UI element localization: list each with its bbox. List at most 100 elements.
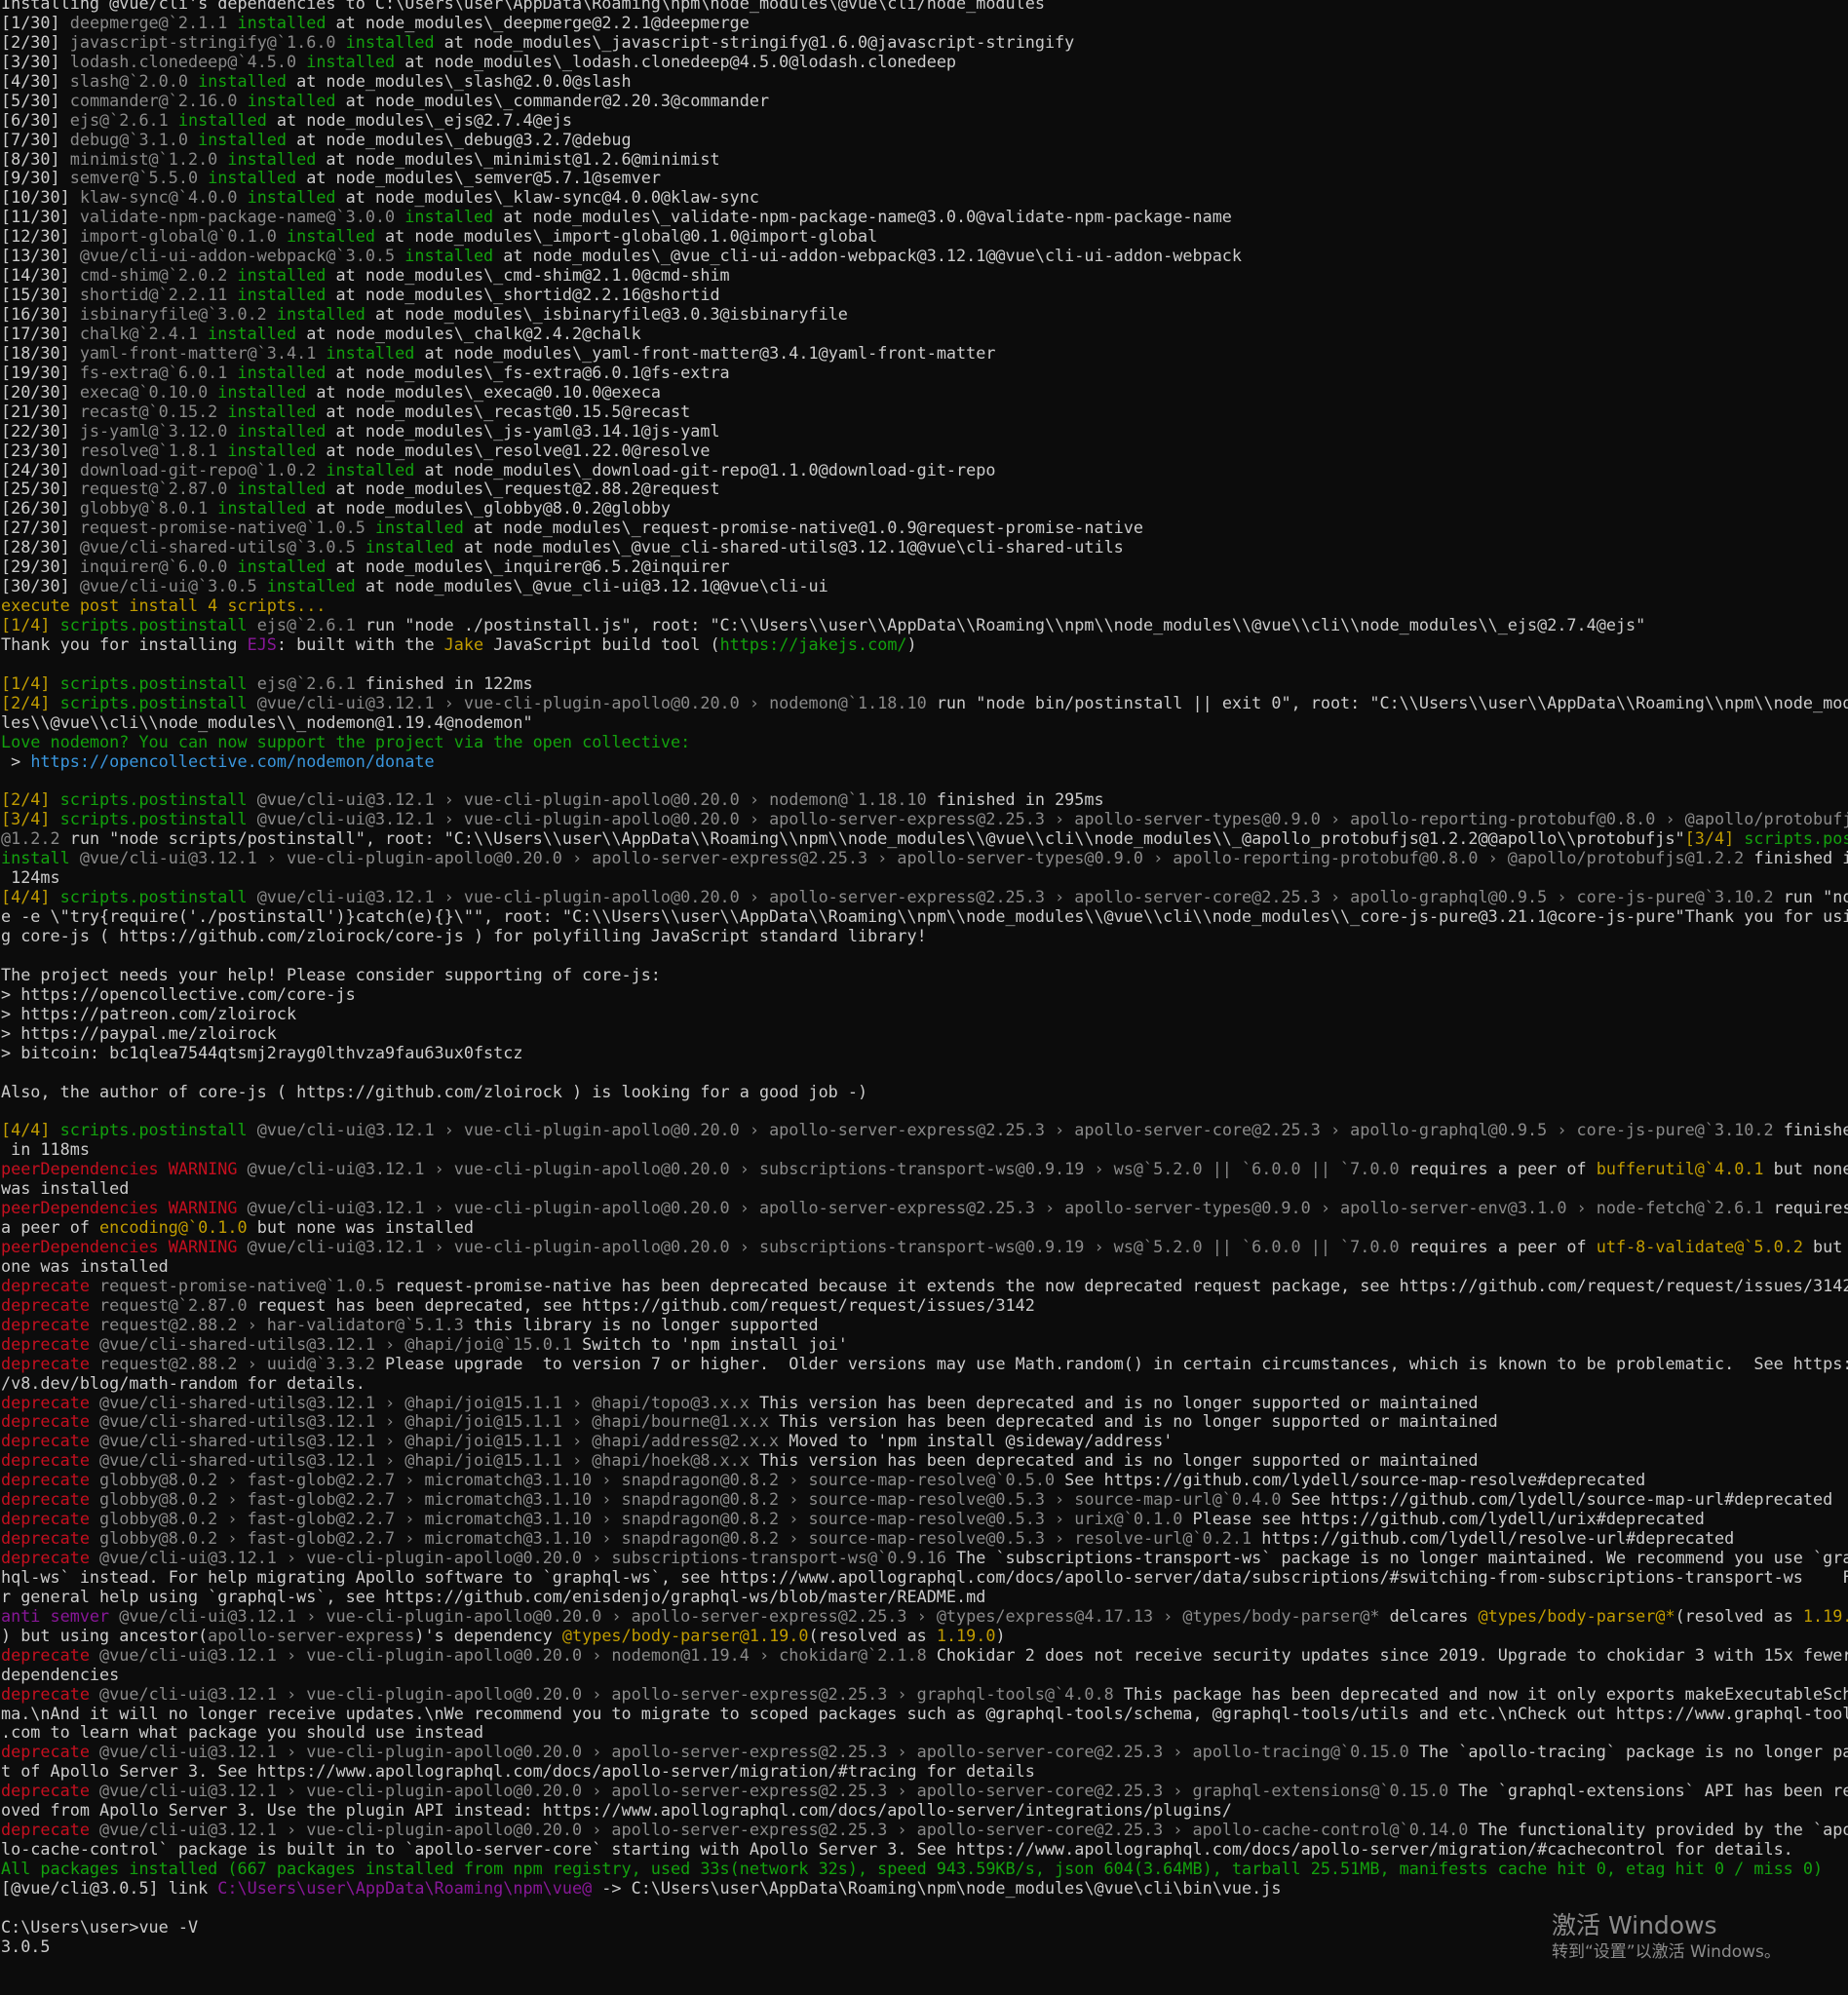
- terminal-text-segment: request-promise-native@`1.0.5: [99, 1275, 396, 1295]
- terminal-text-segment: [3/4]: [1684, 828, 1745, 849]
- terminal-line: All packages installed (667 packages ins…: [0, 1859, 1848, 1879]
- terminal-text-segment: at node_modules\_commander@2.20.3@comman…: [335, 90, 770, 110]
- terminal-text-segment: installed: [247, 187, 336, 208]
- terminal-text-segment: fs-extra@`6.0.1: [79, 362, 238, 382]
- terminal-text-segment: deprecate: [1, 1644, 100, 1665]
- terminal-text-segment: lodash.clonedeep@`4.5.0: [69, 51, 307, 71]
- terminal-line: deprecate globby@8.0.2 › fast-glob@2.2.7…: [0, 1470, 1848, 1490]
- terminal-line: hql-ws` instead. For help migrating Apol…: [0, 1567, 1848, 1588]
- terminal-text-segment: Switch to 'npm install joi': [582, 1333, 848, 1354]
- terminal-text-segment: This package has been deprecated and now…: [1123, 1683, 1848, 1704]
- terminal-text-segment: at node_modules\_request-promise-native@…: [463, 518, 1143, 538]
- terminal-line: [15/30] shortid@`2.2.11 installed at nod…: [0, 285, 1848, 305]
- terminal-text-segment: scripts.post: [1744, 828, 1848, 849]
- terminal-line: 124ms: [0, 867, 1848, 888]
- terminal-text-segment: @vue/cli-ui@3.12.1 › vue-cli-plugin-apol…: [247, 1198, 1774, 1218]
- terminal-line: Love nodemon? You can now support the pr…: [0, 732, 1848, 752]
- terminal-text-segment: 3.0.5: [1, 1936, 51, 1956]
- terminal-text-segment: at node_modules\_recast@0.15.5@recast: [316, 401, 691, 421]
- terminal-text-segment: [16/30]: [1, 304, 80, 324]
- terminal-text-segment: [25/30]: [1, 479, 80, 499]
- terminal-text-segment: anti semver: [1, 1605, 120, 1626]
- terminal-text-segment: deprecate: [1, 1333, 100, 1354]
- terminal-output[interactable]: Installing @vue/cli's dependencies to C:…: [0, 0, 1848, 1989]
- terminal-text-segment: > https://patreon.com/zloirock: [1, 1003, 297, 1023]
- terminal-text-segment: [18/30]: [1, 342, 80, 363]
- terminal-text-segment: [14/30]: [1, 265, 80, 286]
- terminal-line: [2/4] scripts.postinstall @vue/cli-ui@3.…: [0, 692, 1848, 713]
- terminal-line: [8/30] minimist@`1.2.0 installed at node…: [0, 149, 1848, 170]
- terminal-text-segment: requires a peer of: [1408, 1159, 1597, 1179]
- terminal-line: [18/30] yaml-front-matter@`3.4.1 install…: [0, 342, 1848, 364]
- terminal-text-segment: >: [1, 750, 31, 771]
- terminal-line: [16/30] isbinaryfile@`3.0.2 installed at…: [0, 304, 1848, 325]
- terminal-text-segment: [15/30]: [1, 285, 80, 305]
- terminal-text-segment: finished in: [1753, 848, 1848, 868]
- terminal-text-segment: finished in 295ms: [936, 789, 1104, 810]
- terminal-text-segment: deprecate: [1, 1392, 100, 1412]
- terminal-text-segment: C:\Users\user\AppData\Roaming\npm\vue@: [217, 1877, 593, 1898]
- terminal-line: [9/30] semver@`5.5.0 installed at node_m…: [0, 168, 1848, 188]
- terminal-line: [12/30] import-global@`0.1.0 installed a…: [0, 226, 1848, 247]
- terminal-line: > https://paypal.me/zloirock: [0, 1023, 1848, 1044]
- terminal-line: deprecate request@`2.87.0 request has be…: [0, 1295, 1848, 1316]
- terminal-text-segment: r general help using `graphql-ws`, see h…: [1, 1586, 986, 1606]
- terminal-text-segment: See https://github.com/lydell/source-map…: [1290, 1489, 1833, 1510]
- terminal-line: deprecate @vue/cli-shared-utils@3.12.1 ›…: [0, 1431, 1848, 1451]
- terminal-text-segment: request-promise-native@`1.0.5: [79, 518, 375, 538]
- terminal-text-segment: execa@`0.10.0: [79, 381, 218, 402]
- terminal-line: les\\@vue\\cli\\node_modules\\_nodemon@1…: [0, 712, 1848, 733]
- terminal-text-segment: at node_modules\_@vue_cli-ui-addon-webpa…: [493, 246, 1243, 266]
- terminal-text-segment: installed: [374, 518, 464, 538]
- terminal-text-segment: [2/4]: [1, 789, 60, 810]
- terminal-text-segment: @vue/cli-ui@3.12.1 › vue-cli-plugin-apol…: [99, 1683, 1124, 1704]
- terminal-text-segment: installed: [326, 459, 415, 480]
- terminal-text-segment: installed: [247, 90, 336, 110]
- terminal-text-segment: JavaScript build tool (: [483, 633, 720, 654]
- terminal-line: /v8.dev/blog/math-random for details.: [0, 1373, 1848, 1394]
- terminal-text-segment: installed: [237, 12, 327, 32]
- terminal-text-segment: scripts.postinstall: [59, 692, 257, 712]
- terminal-text-segment: install: [1, 848, 80, 868]
- terminal-text-segment: finished in 122ms: [365, 672, 533, 693]
- terminal-text-segment: recast@`0.15.2: [79, 401, 228, 421]
- terminal-text-segment: (resolved as: [1675, 1605, 1803, 1626]
- terminal-text-segment: installed: [237, 362, 327, 382]
- terminal-line: deprecate @vue/cli-shared-utils@3.12.1 ›…: [0, 1333, 1848, 1355]
- terminal-text-segment: [10/30]: [1, 187, 80, 208]
- terminal-text-segment: The functionality provided by the `apol: [1478, 1820, 1848, 1840]
- terminal-text-segment: installed: [227, 440, 317, 460]
- terminal-line: [25/30] request@`2.87.0 installed at nod…: [0, 479, 1848, 499]
- terminal-line: [2/30] javascript-stringify@`1.6.0 insta…: [0, 31, 1848, 53]
- terminal-text-segment: delcares: [1389, 1605, 1479, 1626]
- terminal-text-segment: shortid@`2.2.11: [79, 285, 238, 305]
- terminal-text-segment: @vue/cli-ui@3.12.1 › vue-cli-plugin-apol…: [99, 1820, 1479, 1840]
- terminal-text-segment: at node_modules\_request@2.88.2@request: [326, 479, 720, 499]
- terminal-text-segment: bufferutil@`4.0.1: [1596, 1159, 1764, 1179]
- terminal-text-segment: -> C:\Users\user\AppData\Roaming\npm\nod…: [592, 1877, 1282, 1898]
- terminal-text-segment: > https://opencollective.com/core-js: [1, 983, 356, 1004]
- terminal-text-segment: peerDependencies WARNING: [1, 1237, 248, 1256]
- terminal-line: [20/30] execa@`0.10.0 installed at node_…: [0, 381, 1848, 403]
- terminal-text-segment: installed: [237, 420, 327, 441]
- terminal-line: deprecate @vue/cli-ui@3.12.1 › vue-cli-p…: [0, 1742, 1848, 1762]
- terminal-text-segment: installed: [345, 31, 435, 52]
- terminal-text-segment: at node_modules\_chalk@2.4.2@chalk: [296, 323, 641, 343]
- terminal-text-segment: [3/30]: [1, 51, 70, 71]
- terminal-line: e -e \"try{require('./postinstall')}catc…: [0, 906, 1848, 927]
- terminal-text-segment: deprecate: [1, 1353, 100, 1373]
- terminal-text-segment: [28/30]: [1, 537, 80, 557]
- terminal-text-segment: scripts.postinstall: [59, 789, 257, 810]
- terminal-text-segment: semver@`5.5.0: [69, 168, 209, 188]
- terminal-text-segment: C:\Users\user>vue -V: [1, 1916, 199, 1937]
- terminal-text-segment: installed: [208, 168, 297, 188]
- terminal-text-segment: execute post install 4 scripts...: [1, 595, 327, 616]
- watermark-subtitle: 转到“设置”以激活 Windows。: [1552, 1942, 1781, 1962]
- terminal-text-segment: This version has been deprecated and is …: [779, 1411, 1498, 1432]
- terminal-line: [6/30] ejs@`2.6.1 installed at node_modu…: [0, 110, 1848, 131]
- terminal-text-segment: isbinaryfile@`3.0.2: [79, 304, 277, 324]
